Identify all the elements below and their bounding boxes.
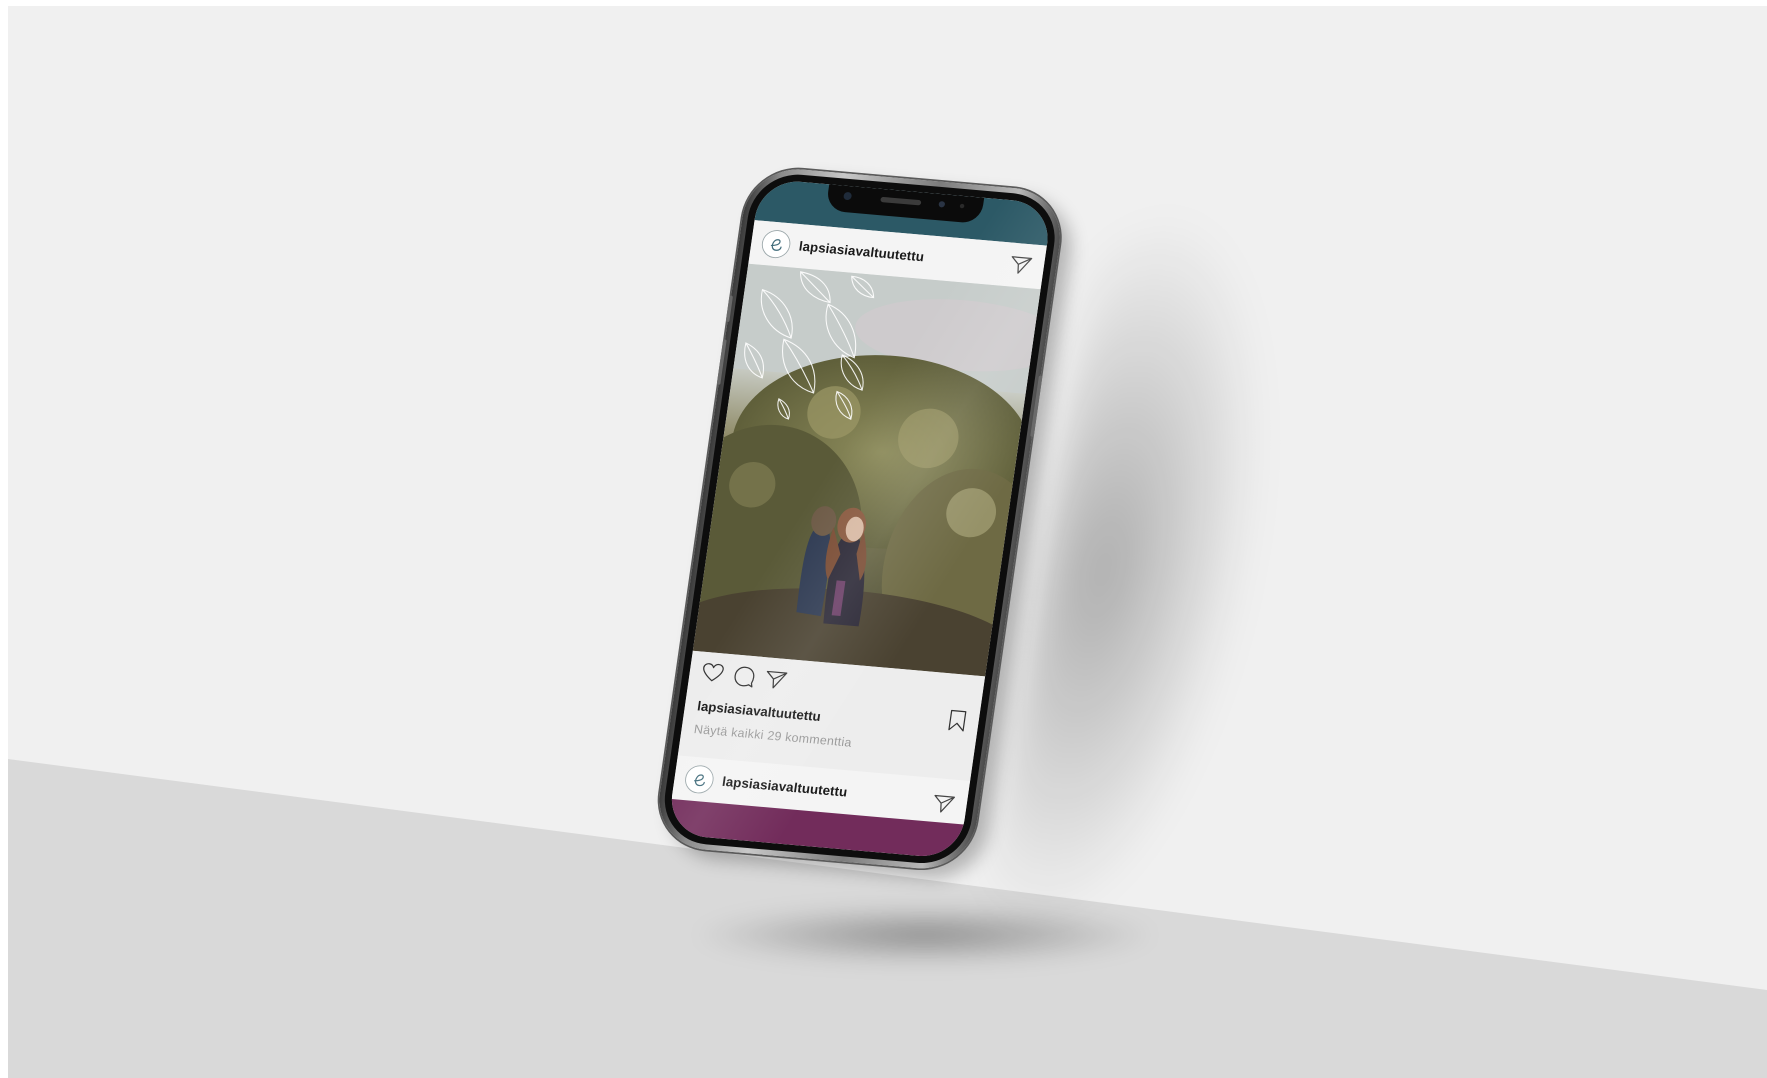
sensor-icon — [938, 200, 946, 208]
swirl-logo-icon — [694, 774, 705, 787]
username[interactable]: lapsiasiavaltuutettu — [721, 774, 848, 800]
paper-plane-icon[interactable] — [763, 670, 788, 695]
post-username[interactable]: lapsiasiavaltuutettu — [696, 699, 821, 725]
paper-plane-icon[interactable] — [931, 794, 956, 819]
paper-plane-icon[interactable] — [1008, 255, 1033, 280]
post-image[interactable] — [692, 263, 1041, 677]
phone-floor-shadow — [690, 905, 1160, 965]
earpiece-speaker — [880, 196, 922, 206]
view-comments-link[interactable]: Näytä kaikki 29 kommenttia — [693, 722, 853, 750]
avatar[interactable] — [760, 228, 793, 260]
speech-bubble-icon[interactable] — [732, 665, 757, 692]
swirl-logo-icon — [770, 239, 782, 251]
front-camera-icon — [843, 191, 853, 201]
post-photo-illustration — [692, 263, 1041, 677]
avatar[interactable] — [683, 764, 716, 795]
bookmark-icon[interactable] — [946, 709, 967, 738]
sensor-icon — [959, 203, 965, 209]
heart-icon[interactable] — [700, 662, 725, 687]
mockup-scene: lapsiasiavaltuutettu lapsiasiavaltuutett… — [0, 0, 1767, 1078]
username[interactable]: lapsiasiavaltuutettu — [798, 239, 925, 265]
